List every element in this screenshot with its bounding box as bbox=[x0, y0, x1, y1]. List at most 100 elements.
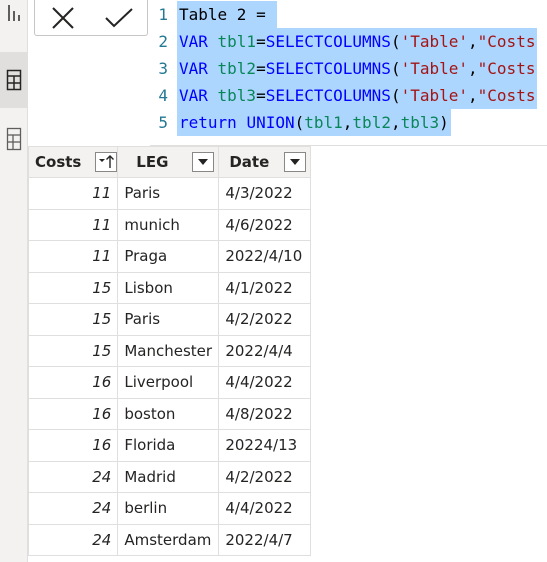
cell-costs[interactable]: 11 bbox=[27, 240, 119, 273]
table-row[interactable]: 16 boston 4/8/2022 bbox=[27, 397, 312, 430]
chevron-down-icon bbox=[198, 159, 209, 165]
code-line[interactable]: 1 Table 2 = bbox=[150, 1, 547, 28]
cell-date[interactable]: 2022/4/10 bbox=[218, 240, 312, 273]
view-rail bbox=[0, 0, 28, 562]
chevron-down-icon bbox=[290, 159, 301, 165]
filter-dropdown-button[interactable] bbox=[192, 152, 215, 172]
code-token: 'Table' bbox=[400, 32, 469, 51]
table-row[interactable]: 24 Madrid 4/2/2022 bbox=[27, 460, 312, 493]
cell-costs[interactable]: 24 bbox=[27, 492, 119, 525]
cell-date[interactable]: 4/6/2022 bbox=[218, 208, 312, 241]
code-token: tbl2 bbox=[352, 113, 391, 132]
table-row[interactable]: 11 Praga 2022/4/10 bbox=[27, 240, 312, 273]
cell-leg[interactable]: Manchester bbox=[117, 334, 220, 367]
cell-date[interactable]: 2022/4/4 bbox=[218, 334, 312, 367]
cell-date[interactable]: 20224/13 bbox=[218, 429, 312, 462]
table-row[interactable]: 15 Lisbon 4/1/2022 bbox=[27, 271, 312, 304]
cell-costs[interactable]: 11 bbox=[27, 177, 119, 210]
code-token: 'Table' bbox=[400, 59, 469, 78]
cell-leg[interactable]: Lisbon bbox=[117, 271, 220, 304]
code-token: ( bbox=[390, 32, 401, 51]
code-token: SELECTCOLUMNS bbox=[265, 32, 391, 51]
table-row[interactable]: 11 munich 4/6/2022 bbox=[27, 208, 312, 241]
formula-editor[interactable]: 1 Table 2 = 2 VAR tbl1=SELECTCOLUMNS('Tabl… bbox=[150, 0, 547, 146]
code-token: "Costs bbox=[477, 32, 536, 51]
cell-leg[interactable]: Liverpool bbox=[117, 366, 220, 399]
code-line[interactable]: 3 VAR tbl2=SELECTCOLUMNS('Table',"Costs bbox=[150, 55, 547, 82]
table-row[interactable]: 15 Paris 4/2/2022 bbox=[27, 303, 312, 336]
code-token: "Costs bbox=[477, 59, 536, 78]
column-header-costs[interactable]: Costs bbox=[27, 146, 119, 178]
table-row[interactable]: 24 Amsterdam 2022/4/7 bbox=[27, 523, 312, 556]
code-token: = bbox=[256, 32, 266, 51]
code-token: , bbox=[468, 32, 478, 51]
cell-date[interactable]: 2022/4/7 bbox=[218, 523, 312, 556]
cell-leg[interactable]: boston bbox=[117, 397, 220, 430]
code-text: VAR tbl3=SELECTCOLUMNS('Table',"Costs bbox=[177, 82, 538, 109]
code-text: Table 2 = bbox=[177, 1, 278, 28]
line-number: 4 bbox=[158, 86, 168, 105]
cell-costs[interactable]: 15 bbox=[27, 303, 119, 336]
code-line[interactable]: 4 VAR tbl3=SELECTCOLUMNS('Table',"Costs bbox=[150, 82, 547, 109]
table-row[interactable]: 15 Manchester 2022/4/4 bbox=[27, 334, 312, 367]
table-row[interactable]: 16 Liverpool 4/4/2022 bbox=[27, 366, 312, 399]
code-token: VAR bbox=[179, 86, 218, 105]
code-token: VAR bbox=[179, 32, 218, 51]
cell-date[interactable]: 4/8/2022 bbox=[218, 397, 312, 430]
data-view-button[interactable] bbox=[0, 52, 27, 108]
code-token: Table 2 = bbox=[179, 5, 276, 24]
cell-costs[interactable]: 24 bbox=[27, 523, 119, 556]
code-token: ( bbox=[390, 59, 401, 78]
cell-leg[interactable]: Amsterdam bbox=[117, 523, 220, 556]
report-view-button[interactable] bbox=[0, 0, 27, 26]
commit-button[interactable] bbox=[102, 3, 136, 33]
cancel-button[interactable] bbox=[46, 3, 80, 33]
code-token: , bbox=[390, 113, 401, 132]
column-header-date[interactable]: Date bbox=[218, 146, 312, 178]
code-line[interactable]: 5 return UNION(tbl1,tbl2,tbl3) bbox=[150, 109, 547, 136]
cell-date[interactable]: 4/4/2022 bbox=[218, 492, 312, 525]
cell-leg[interactable]: munich bbox=[117, 208, 220, 241]
code-token: VAR bbox=[179, 59, 218, 78]
cell-date[interactable]: 4/2/2022 bbox=[218, 303, 312, 336]
cell-date[interactable]: 4/1/2022 bbox=[218, 271, 312, 304]
code-line[interactable]: 2 VAR tbl1=SELECTCOLUMNS('Table',"Costs bbox=[150, 28, 547, 55]
sort-filter-button[interactable] bbox=[95, 152, 118, 172]
code-token: tbl2 bbox=[217, 59, 257, 78]
table-header-row: Costs LEG Date bbox=[27, 146, 312, 178]
commit-check-icon bbox=[105, 7, 133, 27]
column-header-leg[interactable]: LEG bbox=[117, 146, 220, 178]
cell-costs[interactable]: 24 bbox=[27, 460, 119, 493]
cell-leg[interactable]: Paris bbox=[117, 303, 220, 336]
code-token: , bbox=[342, 113, 353, 132]
cell-leg[interactable]: berlin bbox=[117, 492, 220, 525]
cell-costs[interactable]: 16 bbox=[27, 366, 119, 399]
code-text: VAR tbl1=SELECTCOLUMNS('Table',"Costs bbox=[177, 28, 538, 55]
cell-date[interactable]: 4/2/2022 bbox=[218, 460, 312, 493]
cancel-icon bbox=[52, 6, 74, 29]
cell-date[interactable]: 4/4/2022 bbox=[218, 366, 312, 399]
filter-dropdown-button[interactable] bbox=[284, 152, 307, 172]
cell-leg[interactable]: Madrid bbox=[117, 460, 220, 493]
cell-costs[interactable]: 16 bbox=[27, 429, 119, 462]
cell-leg[interactable]: Praga bbox=[117, 240, 220, 273]
cell-date[interactable]: 4/3/2022 bbox=[218, 177, 312, 210]
line-number: 1 bbox=[158, 5, 168, 24]
cell-costs[interactable]: 15 bbox=[27, 334, 119, 367]
cell-leg[interactable]: Paris bbox=[117, 177, 220, 210]
formula-commit-box bbox=[34, 0, 148, 36]
column-header-label: Date bbox=[229, 153, 270, 171]
model-view-button[interactable] bbox=[0, 122, 27, 156]
table-row[interactable]: 24 berlin 4/4/2022 bbox=[27, 492, 312, 525]
report-view-icon bbox=[7, 5, 20, 21]
cell-leg[interactable]: Florida bbox=[117, 429, 220, 462]
code-token: return bbox=[179, 113, 247, 132]
table-row[interactable]: 11 Paris 4/3/2022 bbox=[27, 177, 312, 210]
cell-costs[interactable]: 16 bbox=[27, 397, 119, 430]
cell-costs[interactable]: 11 bbox=[27, 208, 119, 241]
sort-ascending-filter-icon bbox=[99, 155, 115, 168]
code-token: tbl1 bbox=[217, 32, 257, 51]
table-row[interactable]: 16 Florida 20224/13 bbox=[27, 429, 312, 462]
cell-costs[interactable]: 15 bbox=[27, 271, 119, 304]
code-token: tbl3 bbox=[400, 113, 440, 132]
